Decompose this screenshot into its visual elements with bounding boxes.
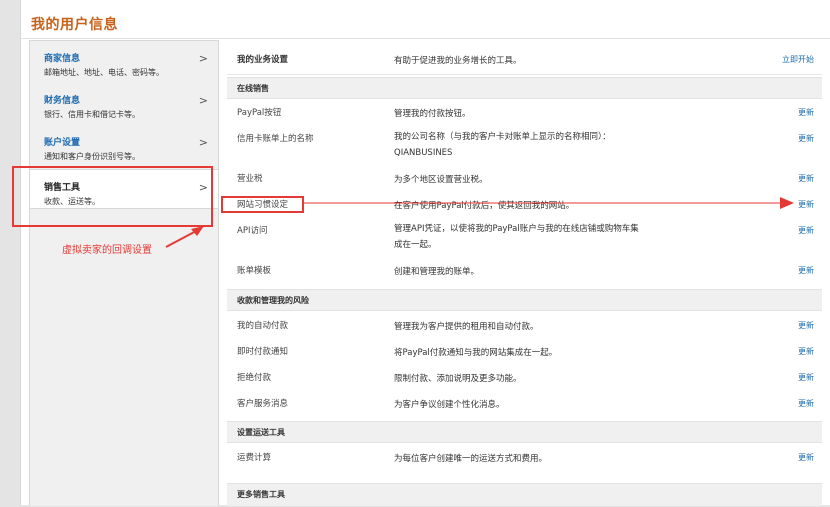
annotation-arrow-line: [165, 229, 199, 248]
annotation-arrowhead: [191, 226, 204, 236]
annotation-arrowhead: [780, 197, 794, 209]
annotation-arrows: [165, 197, 794, 248]
